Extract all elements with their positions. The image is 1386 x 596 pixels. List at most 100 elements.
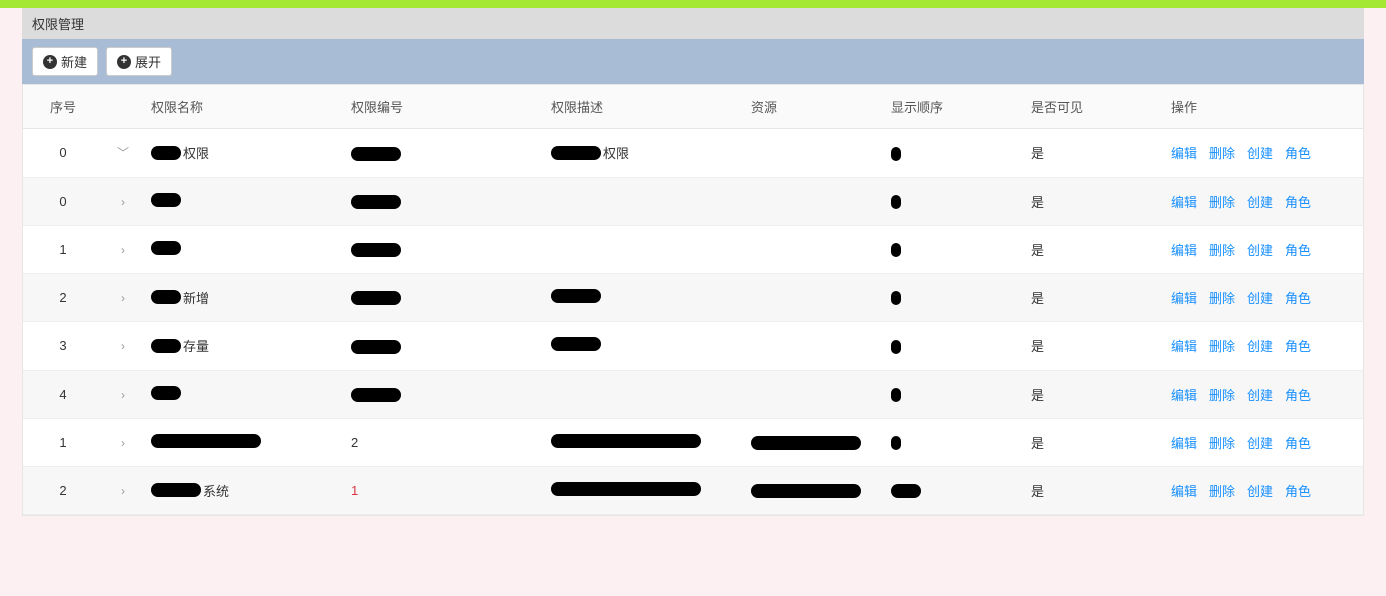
- cell-visible: 是: [1023, 418, 1163, 466]
- expand-button-label: 展开: [135, 52, 161, 71]
- cell-index: 3: [23, 322, 103, 371]
- action-role[interactable]: 角色: [1285, 291, 1311, 306]
- cell-actions: 编辑删除创建角色: [1163, 129, 1363, 178]
- col-header-order: 显示顺序: [883, 85, 1023, 129]
- chevron-right-icon[interactable]: ›: [121, 339, 125, 353]
- action-role[interactable]: 角色: [1285, 195, 1311, 210]
- cell-code-value: 1: [351, 483, 358, 498]
- chevron-right-icon[interactable]: ›: [121, 243, 125, 257]
- cell-name-suffix: 存量: [183, 336, 209, 355]
- action-create[interactable]: 创建: [1247, 146, 1273, 161]
- cell-order: [883, 370, 1023, 418]
- col-header-actions: 操作: [1163, 85, 1363, 129]
- redacted-text: [351, 291, 401, 305]
- action-create[interactable]: 创建: [1247, 388, 1273, 403]
- table-container: 序号 权限名称 权限编号 权限描述 资源 显示顺序 是否可见 操作 0﹀权限权限…: [22, 84, 1364, 516]
- cell-name-suffix: 权限: [183, 143, 209, 162]
- action-edit[interactable]: 编辑: [1171, 291, 1197, 306]
- action-create[interactable]: 创建: [1247, 484, 1273, 499]
- cell-code: 2: [343, 418, 543, 466]
- action-role[interactable]: 角色: [1285, 339, 1311, 354]
- cell-name: 存量: [143, 322, 343, 371]
- action-edit[interactable]: 编辑: [1171, 195, 1197, 210]
- cell-index: 2: [23, 273, 103, 322]
- redacted-text: [891, 243, 901, 257]
- redacted-text: [751, 484, 861, 498]
- new-button[interactable]: + 新建: [32, 47, 98, 76]
- chevron-right-icon[interactable]: ›: [121, 388, 125, 402]
- cell-name: [143, 418, 343, 466]
- redacted-text: [551, 434, 701, 448]
- redacted-text: [151, 339, 181, 353]
- action-role[interactable]: 角色: [1285, 436, 1311, 451]
- cell-name-suffix: 系统: [203, 481, 229, 500]
- action-create[interactable]: 创建: [1247, 291, 1273, 306]
- cell-index: 0: [23, 177, 103, 225]
- cell-index: 4: [23, 370, 103, 418]
- col-header-code: 权限编号: [343, 85, 543, 129]
- action-delete[interactable]: 删除: [1209, 146, 1235, 161]
- action-delete[interactable]: 删除: [1209, 291, 1235, 306]
- redacted-text: [151, 386, 181, 400]
- action-edit[interactable]: 编辑: [1171, 243, 1197, 258]
- table-row: 1 › 2 是编辑删除创建角色: [23, 418, 1363, 466]
- toolbar: + 新建 + 展开: [22, 39, 1364, 84]
- action-role[interactable]: 角色: [1285, 388, 1311, 403]
- chevron-right-icon[interactable]: ›: [121, 291, 125, 305]
- action-delete[interactable]: 删除: [1209, 484, 1235, 499]
- chevron-right-icon[interactable]: ›: [121, 484, 125, 498]
- cell-name: 新增: [143, 273, 343, 322]
- redacted-text: [551, 146, 601, 160]
- cell-desc: [543, 418, 743, 466]
- action-edit[interactable]: 编辑: [1171, 339, 1197, 354]
- action-create[interactable]: 创建: [1247, 339, 1273, 354]
- action-role[interactable]: 角色: [1285, 484, 1311, 499]
- chevron-down-icon[interactable]: ﹀: [117, 146, 129, 160]
- top-accent-bar: [0, 0, 1386, 8]
- action-edit[interactable]: 编辑: [1171, 436, 1197, 451]
- redacted-text: [151, 241, 181, 255]
- cell-code: [343, 370, 543, 418]
- cell-desc: [543, 322, 743, 371]
- cell-resource: [743, 273, 883, 322]
- action-delete[interactable]: 删除: [1209, 388, 1235, 403]
- action-role[interactable]: 角色: [1285, 243, 1311, 258]
- redacted-text: [151, 434, 261, 448]
- cell-resource: [743, 322, 883, 371]
- table-row: 3›存量是编辑删除创建角色: [23, 322, 1363, 371]
- action-delete[interactable]: 删除: [1209, 339, 1235, 354]
- cell-name: 系统: [143, 466, 343, 515]
- redacted-text: [551, 337, 601, 351]
- chevron-right-icon[interactable]: ›: [121, 436, 125, 450]
- cell-order: [883, 177, 1023, 225]
- redacted-text: [891, 436, 901, 450]
- action-delete[interactable]: 删除: [1209, 436, 1235, 451]
- cell-order: [883, 225, 1023, 273]
- cell-code: [343, 177, 543, 225]
- action-create[interactable]: 创建: [1247, 195, 1273, 210]
- cell-desc: [543, 273, 743, 322]
- new-button-label: 新建: [61, 52, 87, 71]
- cell-index: 1: [23, 418, 103, 466]
- action-edit[interactable]: 编辑: [1171, 388, 1197, 403]
- action-create[interactable]: 创建: [1247, 436, 1273, 451]
- chevron-right-icon[interactable]: ›: [121, 195, 125, 209]
- cell-desc: [543, 177, 743, 225]
- col-header-index: 序号: [23, 85, 103, 129]
- panel-title: 权限管理: [22, 8, 1364, 39]
- table-row: 4 › 是编辑删除创建角色: [23, 370, 1363, 418]
- cell-desc: [543, 466, 743, 515]
- expand-button[interactable]: + 展开: [106, 47, 172, 76]
- action-create[interactable]: 创建: [1247, 243, 1273, 258]
- redacted-text: [551, 482, 701, 496]
- action-delete[interactable]: 删除: [1209, 195, 1235, 210]
- col-header-name: 权限名称: [143, 85, 343, 129]
- action-role[interactable]: 角色: [1285, 146, 1311, 161]
- action-edit[interactable]: 编辑: [1171, 484, 1197, 499]
- table-row: 2›系统1是编辑删除创建角色: [23, 466, 1363, 515]
- action-delete[interactable]: 删除: [1209, 243, 1235, 258]
- cell-visible: 是: [1023, 370, 1163, 418]
- redacted-text: [891, 195, 901, 209]
- redacted-text: [351, 243, 401, 257]
- action-edit[interactable]: 编辑: [1171, 146, 1197, 161]
